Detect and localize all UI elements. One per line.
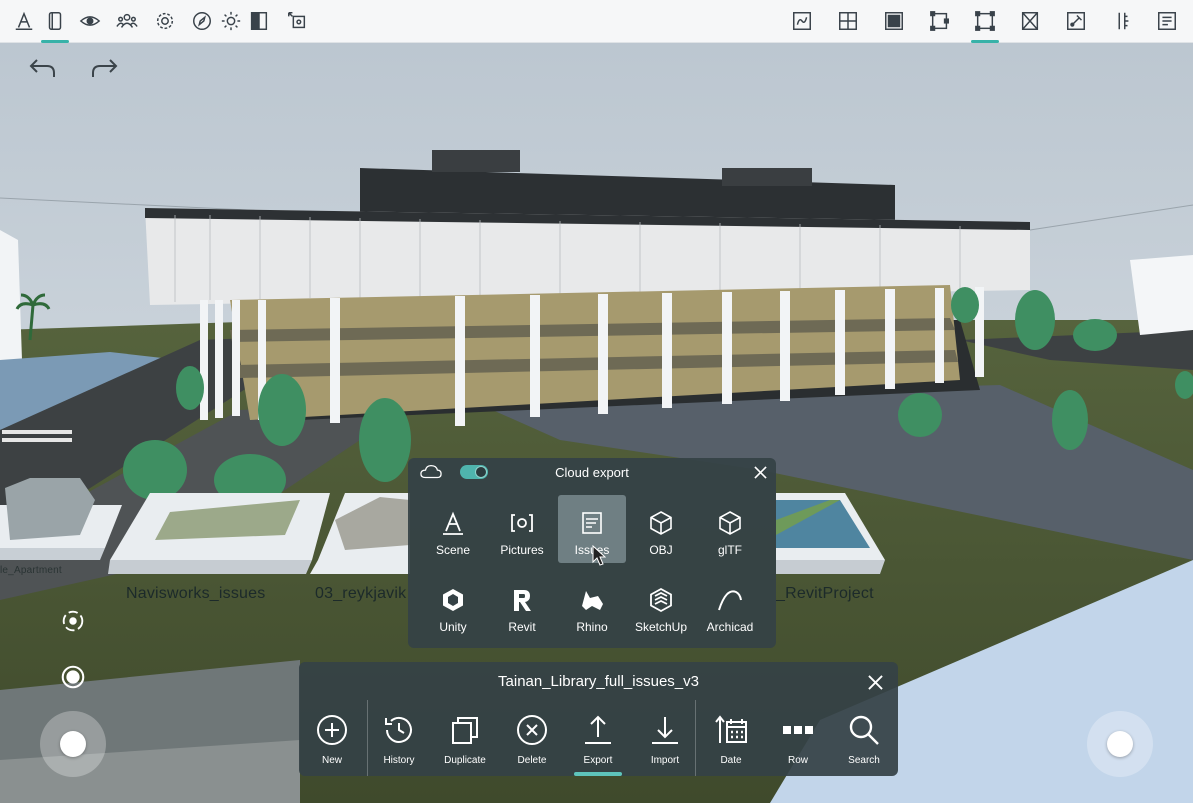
file-action-label: Date: [720, 755, 742, 766]
project-card-label[interactable]: 03_reykjavik: [315, 585, 406, 603]
export-unity-button[interactable]: Unity: [419, 572, 487, 640]
revit-icon: [514, 590, 531, 611]
file-action-label: Import: [650, 755, 680, 766]
import-button[interactable]: Import: [632, 708, 698, 774]
row-view-button[interactable]: Row: [765, 708, 831, 774]
file-action-label: History: [383, 755, 415, 766]
settings-gear-icon[interactable]: [148, 4, 182, 38]
row-view-icon: [783, 726, 813, 734]
mouse-cursor-icon: [592, 545, 606, 566]
download-icon: [652, 717, 678, 744]
export-pictures-button[interactable]: Pictures: [488, 495, 556, 563]
active-indicator: [41, 40, 69, 43]
sketch-icon[interactable]: [785, 4, 819, 38]
rhino-icon: [582, 591, 603, 610]
eye-icon[interactable]: [73, 4, 107, 38]
scene-icon: [443, 511, 463, 535]
move-joystick[interactable]: [40, 711, 106, 777]
delete-icon: [517, 715, 547, 745]
export-item-label: OBJ: [649, 543, 673, 557]
export-item-label: SketchUp: [634, 620, 688, 634]
export-button[interactable]: Export: [565, 708, 631, 774]
file-panel: Tainan_Library_full_issues_v3 New Histor…: [299, 662, 898, 776]
export-item-label: Unity: [439, 620, 467, 634]
close-icon[interactable]: [864, 671, 886, 693]
sort-date-button[interactable]: Date: [698, 708, 764, 774]
file-action-label: Export: [583, 755, 613, 766]
delete-button[interactable]: Delete: [499, 708, 565, 774]
issues-icon: [582, 512, 602, 534]
history-icon: [385, 716, 412, 743]
ruler-icon[interactable]: [1105, 4, 1139, 38]
look-joystick[interactable]: [1087, 711, 1153, 777]
export-sketchup-button[interactable]: SketchUp: [627, 572, 695, 640]
file-action-label: Search: [848, 755, 880, 766]
file-title: Tainan_Library_full_issues_v3: [498, 673, 699, 690]
upload-icon: [585, 715, 611, 744]
cube-icon: [719, 511, 741, 535]
project-card-label[interactable]: Navisworks_issues: [126, 585, 265, 603]
duplicate-button[interactable]: Duplicate: [432, 708, 498, 774]
search-button[interactable]: Search: [831, 708, 897, 774]
export-archicad-button[interactable]: Archicad: [696, 572, 764, 640]
file-action-label: Delete: [517, 755, 547, 766]
export-item-label: glTF: [718, 543, 742, 557]
view-mode-icon[interactable]: [38, 4, 72, 43]
cloud-export-header: Cloud export: [408, 458, 776, 486]
pictures-icon: [511, 514, 533, 532]
project-card-label[interactable]: le_Apartment: [0, 565, 62, 576]
cloud-export-title: Cloud export: [555, 465, 629, 480]
export-item-label: Pictures: [500, 543, 544, 557]
top-toolbar: [0, 0, 1193, 43]
history-button[interactable]: History: [366, 708, 432, 774]
export-revit-button[interactable]: Revit: [488, 572, 556, 640]
divider: [695, 700, 696, 776]
new-button[interactable]: New: [299, 708, 365, 774]
archicad-icon: [718, 590, 742, 611]
record-icon[interactable]: [55, 659, 91, 695]
selection-frame-icon[interactable]: [968, 4, 1002, 43]
section-box-icon[interactable]: [242, 4, 276, 38]
search-icon: [849, 715, 879, 745]
sort-date-icon: [715, 715, 747, 743]
grid-icon[interactable]: [831, 4, 865, 38]
export-gltf-button[interactable]: glTF: [696, 495, 764, 563]
joystick-knob[interactable]: [60, 731, 86, 757]
export-rhino-button[interactable]: Rhino: [558, 572, 626, 640]
orbit-icon[interactable]: [55, 603, 91, 639]
file-action-label: New: [321, 755, 342, 766]
export-item-label: Archicad: [706, 620, 754, 634]
unity-icon: [443, 589, 463, 611]
export-scene-button[interactable]: Scene: [419, 495, 487, 563]
active-indicator: [971, 40, 999, 43]
export-item-label: Scene: [435, 543, 471, 557]
close-icon[interactable]: [750, 462, 770, 482]
active-tab-indicator: [574, 772, 622, 776]
file-action-label: Duplicate: [444, 755, 486, 766]
export-obj-button[interactable]: OBJ: [627, 495, 695, 563]
file-action-label: Row: [787, 755, 808, 766]
undo-button[interactable]: [22, 50, 62, 86]
people-icon[interactable]: [110, 4, 144, 38]
cross-box-icon[interactable]: [1013, 4, 1047, 38]
document-icon[interactable]: [1150, 4, 1184, 38]
fill-icon[interactable]: [877, 4, 911, 38]
sketchup-icon: [650, 587, 672, 613]
duplicate-icon: [452, 717, 478, 744]
redo-button[interactable]: [85, 50, 125, 86]
pin-icon[interactable]: [1059, 4, 1093, 38]
export-item-label: Rhino: [576, 620, 608, 634]
annotate-icon[interactable]: [7, 4, 41, 38]
cube-icon: [650, 511, 672, 535]
clip-icon[interactable]: [923, 4, 957, 38]
plus-circle-icon: [317, 715, 347, 745]
transform-icon[interactable]: [280, 4, 314, 38]
export-item-label: Revit: [508, 620, 536, 634]
joystick-knob[interactable]: [1107, 731, 1133, 757]
project-card-label[interactable]: _RevitProject: [776, 585, 874, 603]
